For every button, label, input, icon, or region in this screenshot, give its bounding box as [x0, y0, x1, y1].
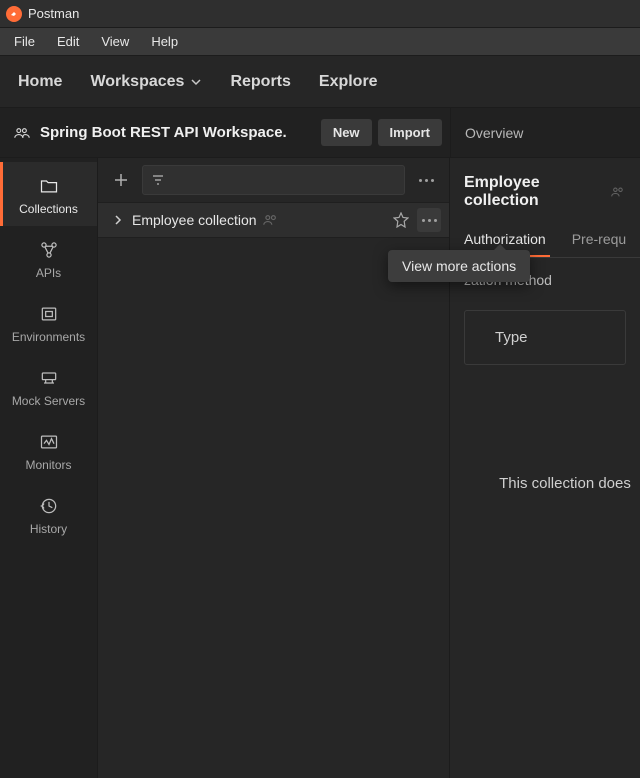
chevron-right-icon [112, 214, 124, 226]
history-icon [39, 496, 59, 516]
mock-icon [39, 368, 59, 388]
plus-icon [113, 172, 129, 188]
detail-title-row: Employee collection [450, 158, 640, 222]
sidebar-label: Environments [12, 330, 85, 344]
detail-title: Employee collection [464, 174, 605, 210]
nav-explore[interactable]: Explore [319, 73, 378, 91]
new-button[interactable]: New [321, 119, 372, 146]
auth-type-label: Type [495, 329, 528, 346]
nav-home[interactable]: Home [18, 73, 62, 91]
folder-icon [39, 176, 59, 196]
filter-icon [151, 173, 165, 187]
chevron-down-icon [190, 76, 202, 88]
collections-options-button[interactable] [411, 165, 441, 195]
collection-row[interactable]: Employee collection [98, 202, 449, 238]
workspace-title[interactable]: Spring Boot REST API Workspace. [40, 124, 287, 141]
sidebar-label: Mock Servers [12, 394, 85, 408]
sidebar-label: History [30, 522, 67, 536]
people-icon [263, 214, 279, 226]
empty-collection-text: This collection does [450, 475, 640, 492]
main: Collections APIs Environments Mock Serve… [0, 158, 640, 778]
star-icon[interactable] [393, 212, 409, 228]
import-button[interactable]: Import [378, 119, 442, 146]
sidebar-item-monitors[interactable]: Monitors [0, 418, 97, 482]
sidebar-item-environments[interactable]: Environments [0, 290, 97, 354]
menu-file[interactable]: File [4, 30, 45, 53]
people-icon [14, 127, 30, 139]
menu-help[interactable]: Help [141, 30, 188, 53]
filter-input[interactable] [142, 165, 405, 195]
sidebar-item-apis[interactable]: APIs [0, 226, 97, 290]
dots-horizontal-icon [419, 179, 434, 182]
sidebar-label: APIs [36, 266, 61, 280]
menu-view[interactable]: View [91, 30, 139, 53]
people-icon [611, 186, 626, 198]
nav-workspaces-label: Workspaces [90, 73, 184, 91]
apis-icon [39, 240, 59, 260]
nav-reports[interactable]: Reports [230, 73, 290, 91]
tab-overview[interactable]: Overview [450, 108, 640, 157]
menu-edit[interactable]: Edit [47, 30, 89, 53]
workspace-bar: Spring Boot REST API Workspace. New Impo… [0, 108, 640, 158]
collections-toolbar [98, 158, 449, 202]
app-title: Postman [28, 6, 79, 21]
titlebar: Postman [0, 0, 640, 28]
tooltip-view-more-actions: View more actions [388, 250, 530, 282]
menubar: File Edit View Help [0, 28, 640, 56]
dots-horizontal-icon [422, 219, 437, 222]
workspace-left: Spring Boot REST API Workspace. New Impo… [0, 119, 450, 146]
collections-panel: Employee collection View more actions [98, 158, 450, 778]
top-nav: Home Workspaces Reports Explore [0, 56, 640, 108]
tab-prerequest[interactable]: Pre-requ [568, 231, 630, 257]
env-icon [39, 304, 59, 324]
monitor-icon [39, 432, 59, 452]
sidebar: Collections APIs Environments Mock Serve… [0, 158, 98, 778]
tab-overview-label: Overview [465, 125, 523, 141]
sidebar-item-history[interactable]: History [0, 482, 97, 546]
sidebar-label: Collections [19, 202, 78, 216]
auth-type-selector[interactable]: Type [464, 310, 626, 365]
collection-more-actions-button[interactable] [417, 208, 441, 232]
nav-workspaces[interactable]: Workspaces [90, 73, 202, 91]
postman-logo-icon [6, 6, 22, 22]
sidebar-label: Monitors [25, 458, 71, 472]
collection-name: Employee collection [132, 212, 257, 228]
sidebar-item-mock-servers[interactable]: Mock Servers [0, 354, 97, 418]
sidebar-item-collections[interactable]: Collections [0, 162, 97, 226]
create-new-button[interactable] [106, 165, 136, 195]
